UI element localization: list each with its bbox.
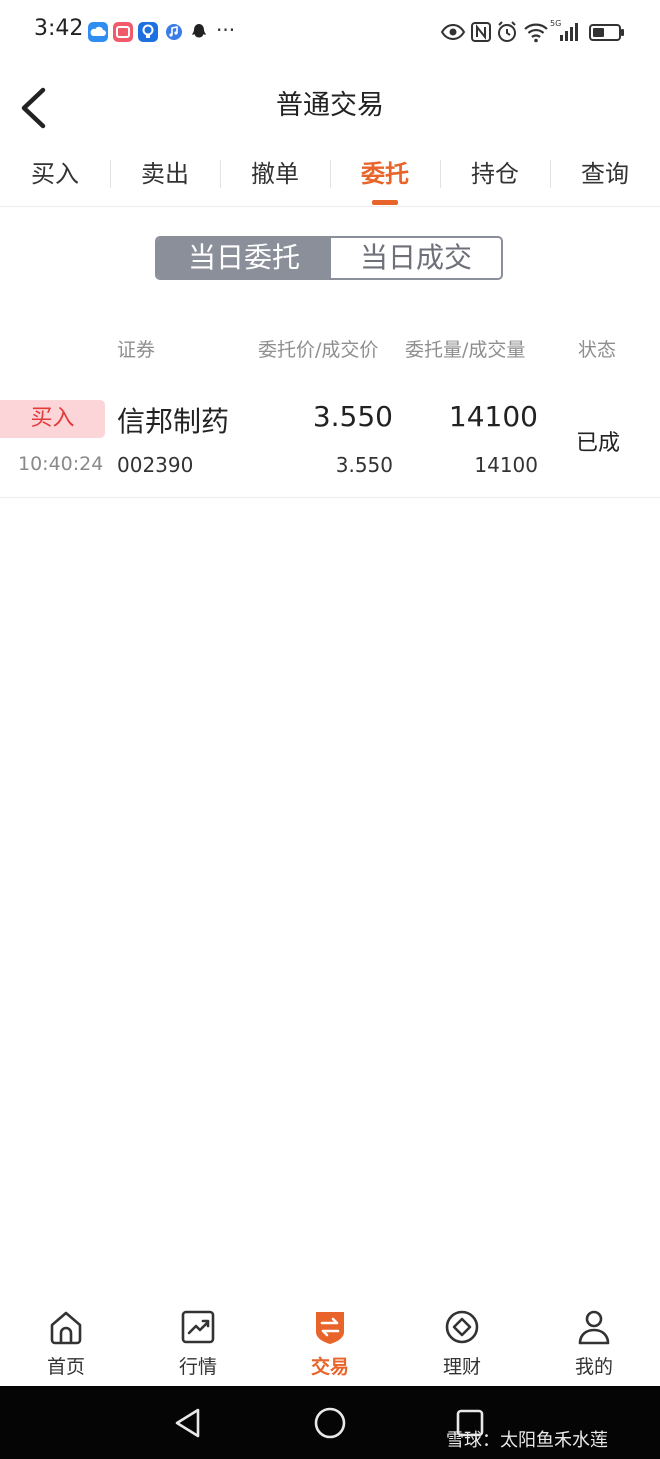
app-icon: [113, 22, 133, 42]
nav-market-label: 行情: [178, 1356, 217, 1378]
nav-profile-label: 我的: [574, 1356, 613, 1378]
alarm-icon: [496, 20, 518, 44]
nav-trade-label: 交易: [310, 1356, 349, 1378]
order-status: 已成: [576, 431, 621, 456]
home-circle-icon[interactable]: [312, 1405, 348, 1441]
order-qty: 14100: [448, 400, 538, 433]
deal-price: 3.550: [335, 453, 393, 477]
nav-finance-label: 理财: [442, 1356, 481, 1378]
column-header-status: 状态: [578, 339, 617, 361]
row-divider: [0, 497, 660, 498]
security-code: 002390: [117, 453, 194, 477]
bottom-nav: 首页 行情 交易 理财 我的: [0, 1296, 660, 1386]
segment-today-deals[interactable]: 当日成交: [331, 238, 501, 278]
tab-orders[interactable]: 委托: [330, 148, 440, 200]
cloud-icon: [88, 22, 108, 42]
back-triangle-icon[interactable]: [172, 1406, 204, 1440]
eye-icon: [440, 20, 466, 44]
tab-buy[interactable]: 买入: [0, 148, 110, 200]
status-bar: 3:42 ··· 5G: [0, 0, 660, 64]
column-header-price: 委托价/成交价: [258, 339, 379, 361]
security-name: 信邦制药: [117, 405, 230, 438]
bulb-icon: [138, 22, 158, 42]
trade-tabs: 买入 卖出 撤单 委托 持仓 查询: [0, 148, 660, 207]
music-icon: [164, 22, 184, 42]
tab-cancel[interactable]: 撤单: [220, 148, 330, 200]
qq-icon: [189, 22, 209, 42]
buy-side-badge: 买入: [0, 400, 105, 438]
battery-icon: [589, 20, 625, 44]
home-icon: [50, 1311, 82, 1345]
nfc-icon: [471, 20, 491, 44]
deal-qty: 14100: [474, 453, 538, 477]
order-time: 10:40:24: [18, 453, 104, 475]
chart-icon: [181, 1310, 215, 1344]
active-tab-indicator: [372, 200, 398, 205]
trade-icon: [316, 1312, 344, 1344]
nav-home-label: 首页: [46, 1356, 85, 1378]
wifi-icon: [523, 20, 549, 44]
order-price: 3.550: [312, 400, 393, 433]
segmented-control: 当日委托 当日成交: [155, 236, 503, 280]
watermark-text: 雪球：太阳鱼禾水莲: [446, 1430, 608, 1451]
signal-icon: [559, 20, 581, 44]
profile-icon: [578, 1310, 610, 1345]
tab-positions[interactable]: 持仓: [440, 148, 550, 200]
tab-sell[interactable]: 卖出: [110, 148, 220, 200]
status-time: 3:42: [34, 16, 84, 41]
tab-query[interactable]: 查询: [550, 148, 660, 200]
segment-today-orders[interactable]: 当日委托: [157, 238, 331, 278]
column-header-qty: 委托量/成交量: [405, 339, 526, 361]
finance-icon: [445, 1310, 479, 1344]
overflow-icon: ···: [216, 18, 236, 42]
column-header-security: 证券: [117, 339, 156, 361]
page-title: 普通交易: [276, 90, 384, 121]
